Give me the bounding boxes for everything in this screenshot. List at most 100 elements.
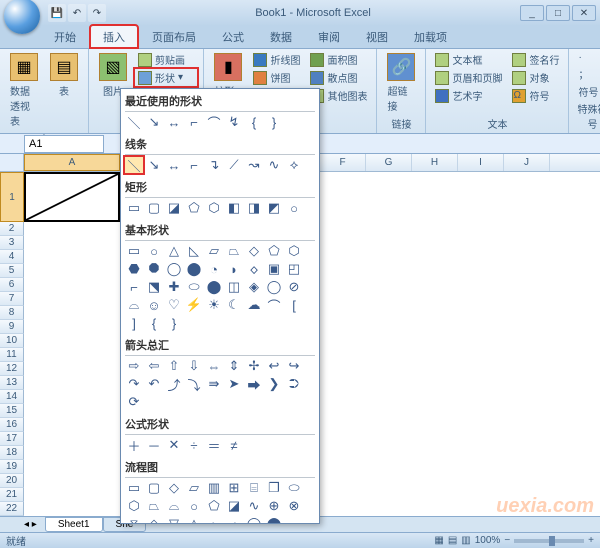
shape-frame[interactable]: ▣ [265, 261, 283, 277]
shape-arr-r[interactable]: ⇨ [125, 358, 143, 374]
undo-icon[interactable]: ↶ [68, 4, 86, 22]
shape-fc-offpage[interactable]: ⬠ [205, 498, 223, 514]
view-layout-icon[interactable]: ▤ [448, 535, 457, 546]
area-chart-button[interactable]: 面积图 [307, 51, 370, 68]
shape-lightning[interactable]: ⚡ [185, 297, 203, 313]
shape-arr-chevron[interactable]: ❯ [265, 376, 283, 392]
shape-line-double[interactable]: ↔ [165, 157, 183, 173]
shape-round2[interactable]: ◨ [245, 200, 263, 216]
shape-lshape[interactable]: ⌐ [125, 279, 143, 295]
shape-fc-direct[interactable]: ▬ [285, 516, 303, 524]
zoom-slider[interactable] [514, 539, 584, 543]
row-header-15[interactable]: 15 [0, 404, 24, 418]
name-box[interactable]: A1 [24, 135, 104, 153]
shape-multiply[interactable]: ✕ [165, 437, 183, 453]
shape-heart[interactable]: ♡ [165, 297, 183, 313]
shape-arr-circular[interactable]: ⟳ [125, 394, 143, 410]
shape-cube[interactable]: ◫ [225, 279, 243, 295]
shape-rect[interactable]: ▭ [125, 200, 143, 216]
row-header-20[interactable]: 20 [0, 474, 24, 488]
shape-arrow[interactable]: ↘ [145, 114, 163, 130]
shape-fc-merge[interactable]: △ [185, 516, 203, 524]
shape-freeform2[interactable]: ⟡ [285, 157, 303, 173]
shape-trapezoid[interactable]: ⏢ [225, 243, 243, 259]
shape-round-diag[interactable]: ◩ [265, 200, 283, 216]
shape-arc[interactable]: ⌒ [265, 297, 283, 313]
symbol-button[interactable]: Ω符号 [509, 87, 562, 104]
scatter-chart-button[interactable]: 散点图 [307, 69, 370, 86]
shape-curve-conn[interactable]: ⟋ [225, 157, 243, 173]
dot-button[interactable]: · [575, 51, 600, 64]
row-header-16[interactable]: 16 [0, 418, 24, 432]
shape-donut[interactable]: ◯ [265, 279, 283, 295]
shape-fc-extract[interactable]: ▽ [165, 516, 183, 524]
wordart-button[interactable]: 艺术字 [432, 87, 505, 104]
row-header-3[interactable]: 3 [0, 236, 24, 250]
shape-textbox[interactable]: ▭ [125, 243, 143, 259]
row-header-19[interactable]: 19 [0, 460, 24, 474]
shape-hexagon[interactable]: ⬡ [285, 243, 303, 259]
signature-button[interactable]: 签名行 [509, 51, 562, 68]
shape-snip2[interactable]: ⬠ [185, 200, 203, 216]
row-header-7[interactable]: 7 [0, 292, 24, 306]
shape-dodecagon[interactable]: ⬤ [185, 261, 203, 277]
shape-lbracket[interactable]: [ [285, 297, 303, 313]
shape-half-frame[interactable]: ◰ [285, 261, 303, 277]
shape-arr-ud[interactable]: ⇕ [225, 358, 243, 374]
pie-chart-button[interactable]: 饼图 [250, 69, 303, 86]
hyperlink-button[interactable]: 🔗超链接 [383, 51, 419, 115]
row-header-10[interactable]: 10 [0, 334, 24, 348]
col-header-j[interactable]: J [504, 154, 550, 171]
shape-arr-l[interactable]: ⇦ [145, 358, 163, 374]
shape-lbrace2[interactable]: { [145, 315, 163, 331]
shape-moon[interactable]: ☾ [225, 297, 243, 313]
clipart-button[interactable]: 剪贴画 [135, 51, 197, 68]
shape-fc-sum[interactable]: ⊕ [265, 498, 283, 514]
zoom-in-icon[interactable]: + [588, 535, 594, 546]
shape-elbow[interactable]: ⌐ [185, 114, 203, 130]
view-break-icon[interactable]: ▥ [461, 535, 470, 546]
shapes-button[interactable]: 形状 ▾ [135, 69, 197, 86]
shape-elbow-arrow[interactable]: ↴ [205, 157, 223, 173]
shape-arr-uturn[interactable]: ↪ [285, 358, 303, 374]
tab-home[interactable]: 开始 [42, 26, 88, 48]
shape-arr-striped[interactable]: ⇛ [205, 376, 223, 392]
tab-view[interactable]: 视图 [354, 26, 400, 48]
shape-elbow-conn[interactable]: ⌐ [185, 157, 203, 173]
shape-oval[interactable]: ○ [145, 243, 163, 259]
shape-fc-multi[interactable]: ❐ [265, 480, 283, 496]
shape-arr-u[interactable]: ⇧ [165, 358, 183, 374]
row-header-22[interactable]: 22 [0, 502, 24, 516]
shape-plus[interactable]: ＋ [125, 437, 143, 453]
shape-straight-line[interactable]: ＼ [125, 157, 143, 173]
row-header-9[interactable]: 9 [0, 320, 24, 334]
shape-fc-doc[interactable]: ⌸ [245, 480, 263, 496]
shape-octagon[interactable]: ⯃ [145, 261, 163, 277]
shape-fc-term[interactable]: ⬭ [285, 480, 303, 496]
shape-arr-d[interactable]: ⇩ [185, 358, 203, 374]
shape-diag-stripe[interactable]: ⬔ [145, 279, 163, 295]
shape-fc-prep[interactable]: ⬡ [125, 498, 143, 514]
textbox-button[interactable]: 文本框 [432, 51, 505, 68]
shape-block-arc[interactable]: ⌓ [125, 297, 143, 313]
tab-data[interactable]: 数据 [258, 26, 304, 48]
shape-fc-manual[interactable]: ⏢ [145, 498, 163, 514]
shape-fc-delay[interactable]: ◖ [225, 516, 243, 524]
close-button[interactable]: ✕ [572, 5, 596, 21]
shape-line[interactable]: ＼ [125, 114, 143, 130]
shape-fc-internal[interactable]: ⊞ [225, 480, 243, 496]
shape-triangle[interactable]: △ [165, 243, 183, 259]
row-header-21[interactable]: 21 [0, 488, 24, 502]
shape-line-arrow[interactable]: ↘ [145, 157, 163, 173]
shape-noentry[interactable]: ⊘ [285, 279, 303, 295]
shape-lbrace[interactable]: { [245, 114, 263, 130]
zoom-out-icon[interactable]: − [504, 535, 510, 546]
shape-plaque[interactable]: ⬭ [185, 279, 203, 295]
shape-fc-process[interactable]: ▭ [125, 480, 143, 496]
row-header-14[interactable]: 14 [0, 390, 24, 404]
shape-bevel[interactable]: ◈ [245, 279, 263, 295]
tab-addins[interactable]: 加载项 [402, 26, 459, 48]
shape-arr-curved-l[interactable]: ↶ [145, 376, 163, 392]
tab-insert[interactable]: 插入 [90, 25, 138, 48]
shape-chord[interactable]: ◗ [225, 261, 243, 277]
